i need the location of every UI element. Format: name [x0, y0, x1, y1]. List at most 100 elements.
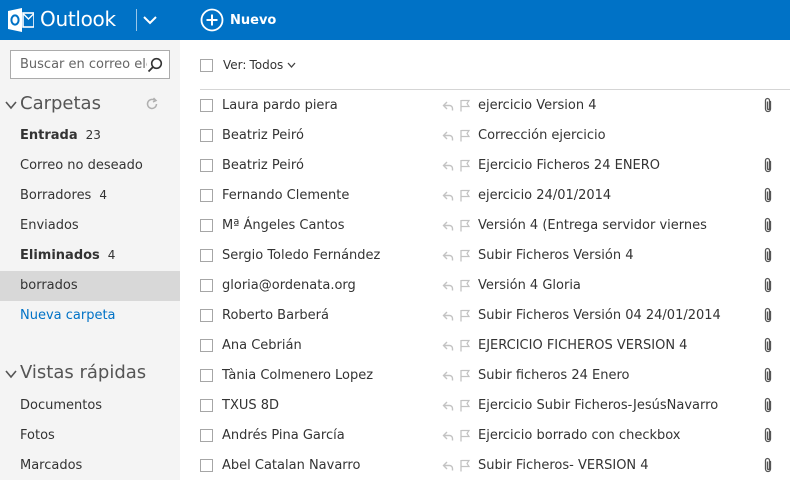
message-checkbox[interactable] — [200, 279, 213, 292]
attachment-paperclip-icon — [764, 277, 772, 293]
reply-icon[interactable] — [442, 160, 454, 172]
message-row[interactable]: Beatriz Peiró Corrección ejercicio — [180, 121, 790, 151]
flag-icon[interactable] — [459, 189, 471, 202]
message-sender: Fernando Clemente — [222, 188, 350, 203]
reply-icon[interactable] — [442, 220, 454, 232]
message-checkbox[interactable] — [200, 309, 213, 322]
reply-icon[interactable] — [442, 430, 454, 442]
view-filter-dropdown[interactable]: Ver: Todos — [223, 58, 296, 72]
quick-view-label: Documentos — [20, 398, 103, 413]
message-checkbox[interactable] — [200, 189, 213, 202]
attachment-paperclip-icon — [764, 157, 772, 173]
folder-label: Correo no deseado — [20, 158, 143, 173]
quick-view-fotos[interactable]: Fotos — [0, 421, 180, 451]
flag-icon[interactable] — [459, 99, 471, 112]
reply-icon[interactable] — [442, 340, 454, 352]
folder-count: 23 — [85, 128, 101, 142]
folders-section-header[interactable]: Carpetas — [0, 90, 180, 120]
reply-icon[interactable] — [442, 370, 454, 382]
message-checkbox[interactable] — [200, 219, 213, 232]
search-input[interactable] — [11, 51, 147, 78]
search-box[interactable] — [10, 50, 170, 79]
message-list-pane: Ver: Todos Laura pardo piera ejercicio Ve… — [180, 40, 790, 480]
sidebar: Carpetas Entrada 23 Correo no deseado Bor… — [0, 40, 180, 480]
message-checkbox[interactable] — [200, 399, 213, 412]
message-row[interactable]: Mª Ángeles Cantos Versión 4 (Entrega serv… — [180, 211, 790, 241]
flag-icon[interactable] — [459, 429, 471, 442]
outlook-logo-icon — [8, 8, 34, 32]
folder-enviados[interactable]: Enviados — [0, 211, 180, 241]
reply-icon[interactable] — [442, 100, 454, 112]
folder-borrados[interactable]: borrados — [0, 271, 180, 301]
quick-views-section-header[interactable]: Vistas rápidas — [0, 359, 180, 389]
search-icon[interactable] — [147, 57, 163, 73]
message-sender: Laura pardo piera — [222, 98, 338, 113]
reply-icon[interactable] — [442, 400, 454, 412]
flag-icon[interactable] — [459, 219, 471, 232]
reply-icon[interactable] — [442, 310, 454, 322]
reply-icon[interactable] — [442, 250, 454, 262]
message-subject: Subir Ficheros Versión 04 24/01/2014 — [478, 308, 721, 323]
message-row[interactable]: Laura pardo piera ejercicio Version 4 — [180, 91, 790, 121]
reply-icon[interactable] — [442, 280, 454, 292]
flag-icon[interactable] — [459, 159, 471, 172]
new-folder-link[interactable]: Nueva carpeta — [0, 301, 180, 331]
message-subject: Subir Ficheros Versión 4 — [478, 248, 634, 263]
folder-correo-no-deseado[interactable]: Correo no deseado — [0, 151, 180, 181]
message-row[interactable]: Sergio Toledo Fernández Subir Ficheros Ve… — [180, 241, 790, 271]
flag-icon[interactable] — [459, 129, 471, 142]
attachment-paperclip-icon — [764, 247, 772, 263]
flag-icon[interactable] — [459, 399, 471, 412]
message-row[interactable]: Tània Colmenero Lopez Subir ficheros 24 E… — [180, 361, 790, 391]
select-all-checkbox[interactable] — [200, 59, 213, 72]
message-sender: Andrés Pina García — [222, 428, 345, 443]
quick-view-marcados[interactable]: Marcados — [0, 451, 180, 480]
reply-icon[interactable] — [442, 460, 454, 472]
message-sender: TXUS 8D — [222, 398, 280, 413]
message-sender: gloria@ordenata.org — [222, 278, 356, 293]
flag-icon[interactable] — [459, 459, 471, 472]
folder-eliminados[interactable]: Eliminados 4 — [0, 241, 180, 271]
quick-view-documentos[interactable]: Documentos — [0, 391, 180, 421]
quick-view-label: Fotos — [20, 428, 55, 443]
message-subject: Ejercicio Subir Ficheros-JesúsNavarro — [478, 398, 719, 413]
filter-value: Todos — [249, 58, 284, 72]
message-checkbox[interactable] — [200, 99, 213, 112]
message-row[interactable]: Beatriz Peiró Ejercicio Ficheros 24 ENERO — [180, 151, 790, 181]
message-checkbox[interactable] — [200, 429, 213, 442]
folder-borradores[interactable]: Borradores 4 — [0, 181, 180, 211]
message-sender: Beatriz Peiró — [222, 128, 304, 143]
folder-count: 4 — [99, 188, 107, 202]
message-row[interactable]: gloria@ordenata.org Versión 4 Gloria — [180, 271, 790, 301]
message-row[interactable]: Roberto Barberá Subir Ficheros Versión 04… — [180, 301, 790, 331]
message-checkbox[interactable] — [200, 339, 213, 352]
message-checkbox[interactable] — [200, 159, 213, 172]
attachment-paperclip-icon — [764, 307, 772, 323]
message-row[interactable]: Abel Catalan Navarro Subir Ficheros- VERS… — [180, 451, 790, 480]
message-checkbox[interactable] — [200, 129, 213, 142]
plus-circle-icon — [200, 8, 224, 32]
new-message-button[interactable]: Nuevo — [200, 7, 276, 33]
outlook-logo[interactable]: Outlook — [0, 0, 132, 40]
attachment-paperclip-icon — [764, 457, 772, 473]
message-checkbox[interactable] — [200, 369, 213, 382]
flag-icon[interactable] — [459, 339, 471, 352]
folder-entrada[interactable]: Entrada 23 — [0, 121, 180, 151]
message-row[interactable]: TXUS 8D Ejercicio Subir Ficheros-JesúsNav… — [180, 391, 790, 421]
flag-icon[interactable] — [459, 249, 471, 262]
message-row[interactable]: Andrés Pina García Ejercicio borrado con … — [180, 421, 790, 451]
app-switcher-chevron-icon[interactable] — [142, 12, 158, 28]
chevron-down-icon — [287, 62, 296, 68]
reply-icon[interactable] — [442, 190, 454, 202]
refresh-icon[interactable] — [145, 97, 159, 111]
message-row[interactable]: Fernando Clemente ejercicio 24/01/2014 — [180, 181, 790, 211]
flag-icon[interactable] — [459, 309, 471, 322]
flag-icon[interactable] — [459, 279, 471, 292]
reply-icon[interactable] — [442, 130, 454, 142]
message-checkbox[interactable] — [200, 459, 213, 472]
message-row[interactable]: Ana Cebrián EJERCICIO FICHEROS VERSION 4 — [180, 331, 790, 361]
message-sender: Mª Ángeles Cantos — [222, 218, 345, 233]
attachment-paperclip-icon — [764, 217, 772, 233]
message-checkbox[interactable] — [200, 249, 213, 262]
flag-icon[interactable] — [459, 369, 471, 382]
